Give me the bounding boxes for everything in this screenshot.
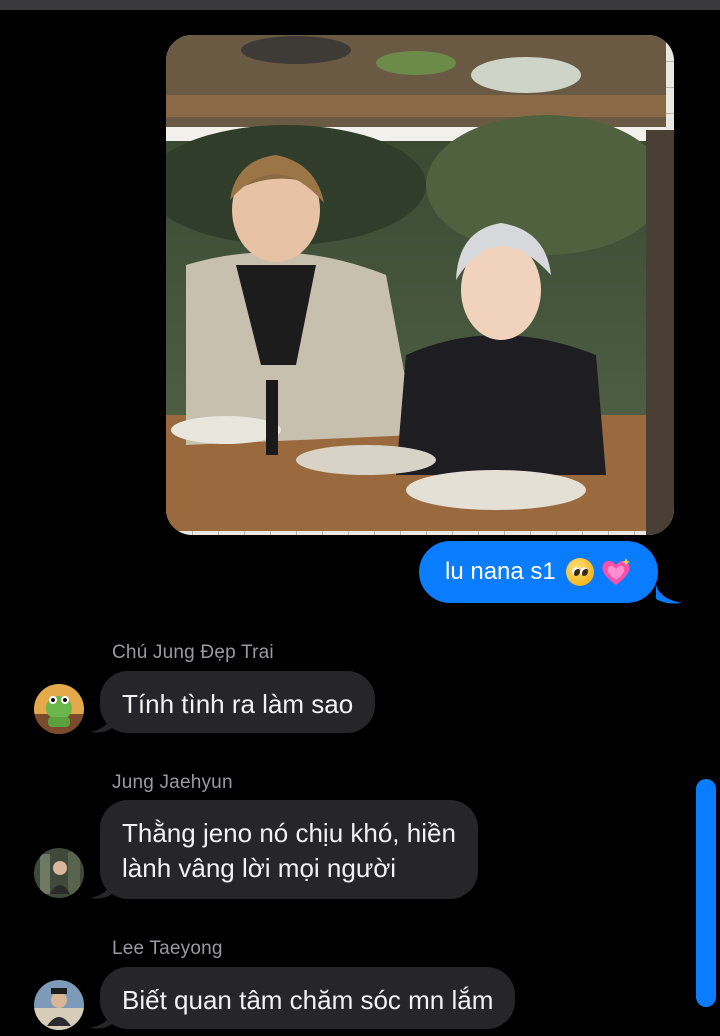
scrollbar[interactable] xyxy=(696,779,716,1007)
shared-photo[interactable] xyxy=(166,35,674,535)
sent-bubble-tail xyxy=(656,585,682,604)
top-bar xyxy=(0,0,720,10)
sender-name: Jung Jaehyun xyxy=(112,772,233,793)
sender-name: Lee Taeyong xyxy=(112,938,223,959)
received-message-bubble[interactable]: Biết quan tâm chăm sóc mn lắm xyxy=(100,967,516,1029)
frog-avatar[interactable] xyxy=(34,684,84,734)
received-bubble-tail xyxy=(90,1012,112,1029)
pleading-face-icon xyxy=(565,558,594,586)
received-message-bubble[interactable]: Tính tình ra làm sao xyxy=(100,671,376,733)
sent-message-text: lu nana s1 xyxy=(445,558,556,585)
message-text: Tính tình ra làm sao xyxy=(122,689,354,719)
received-bubble-tail xyxy=(90,882,112,899)
message-text-line: lành vâng lời mọi người xyxy=(122,853,397,883)
sparkling-heart-icon xyxy=(602,558,630,585)
received-message-bubble[interactable]: Thằng jeno nó chịu khó, hiền lành vâng l… xyxy=(100,800,478,899)
received-bubble-tail xyxy=(90,716,112,733)
photo-avatar[interactable] xyxy=(34,980,84,1030)
message-text-line: Thằng jeno nó chịu khó, hiền xyxy=(122,818,456,848)
sent-message-bubble[interactable]: lu nana s1 xyxy=(419,541,658,603)
sender-name: Chú Jung Đẹp Trai xyxy=(112,642,274,663)
photo-avatar[interactable] xyxy=(34,848,84,898)
message-text: Biết quan tâm chăm sóc mn lắm xyxy=(122,985,494,1015)
